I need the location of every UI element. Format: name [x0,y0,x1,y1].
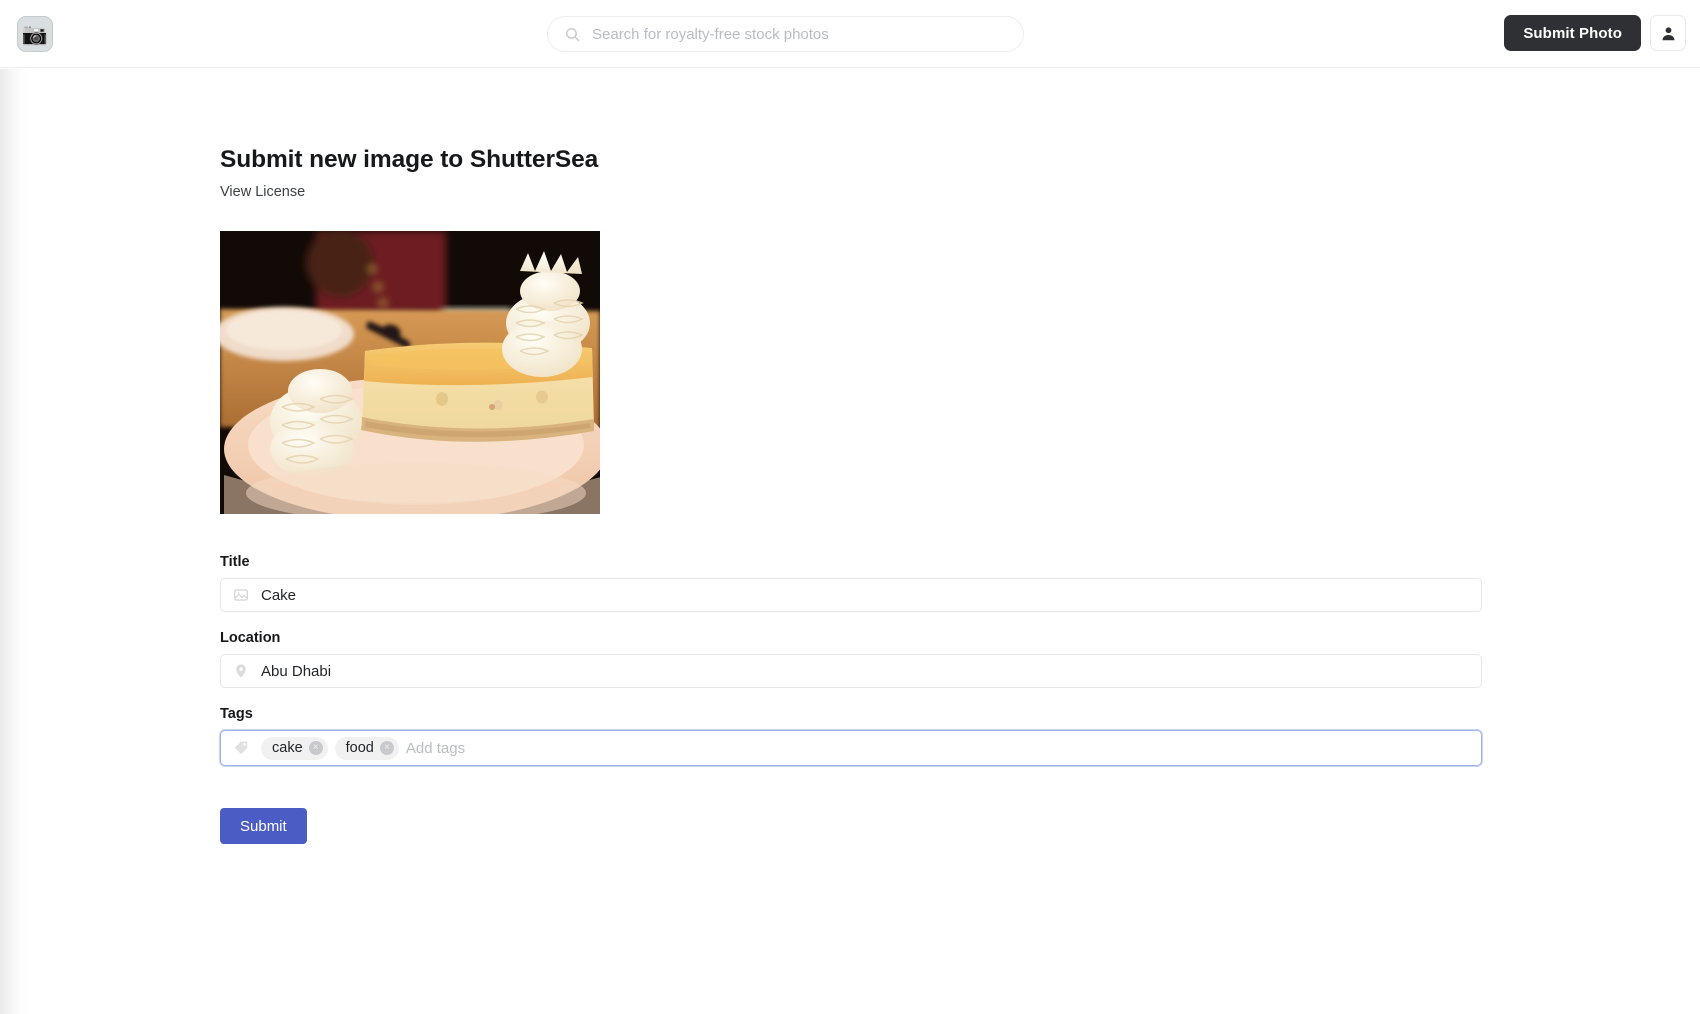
user-icon [1662,26,1674,40]
submit-button[interactable]: Submit [220,808,307,844]
tags-input-shell[interactable]: cake × food × [220,730,1482,766]
field-title: Title [220,554,1482,612]
title-input-shell[interactable] [220,578,1482,612]
tag-chip[interactable]: cake × [261,736,328,760]
tags-input[interactable] [405,739,1469,757]
page-content: Submit new image to ShutterSea View Lice… [0,68,1700,844]
camera-icon: 📷 [21,22,49,46]
tag-chip[interactable]: food × [334,736,399,760]
view-license-link[interactable]: View License [220,184,305,200]
page-title: Submit new image to ShutterSea [220,146,599,173]
location-input[interactable] [261,655,1469,687]
tag-remove-icon[interactable]: × [308,741,323,755]
header-actions: Submit Photo [1504,15,1686,51]
search-container [547,16,1024,52]
image-preview [220,231,600,514]
search-icon [566,27,580,41]
top-header: 📷 Submit Photo [0,0,1700,68]
tags-label: Tags [220,706,253,722]
tag-icon [234,741,248,755]
tag-chip-label: cake [272,740,303,756]
tag-chip-list: cake × food × [261,736,1469,760]
location-label: Location [220,630,281,646]
field-tags: Tags cake × food × [220,706,1482,766]
search-input[interactable] [592,17,1009,51]
location-input-shell[interactable] [220,654,1482,688]
submit-photo-button[interactable]: Submit Photo [1504,15,1641,51]
map-pin-icon [236,664,246,678]
submit-image-form: Title Location Tags [220,554,1482,844]
image-icon [234,589,248,601]
title-input[interactable] [261,579,1469,611]
tag-remove-icon[interactable]: × [379,741,394,755]
logo-button[interactable]: 📷 [17,16,53,52]
account-button[interactable] [1650,15,1686,51]
title-label: Title [220,554,250,570]
search-box[interactable] [547,16,1024,52]
preview-photo [220,231,600,514]
tag-chip-label: food [345,740,374,756]
field-location: Location [220,630,1482,688]
